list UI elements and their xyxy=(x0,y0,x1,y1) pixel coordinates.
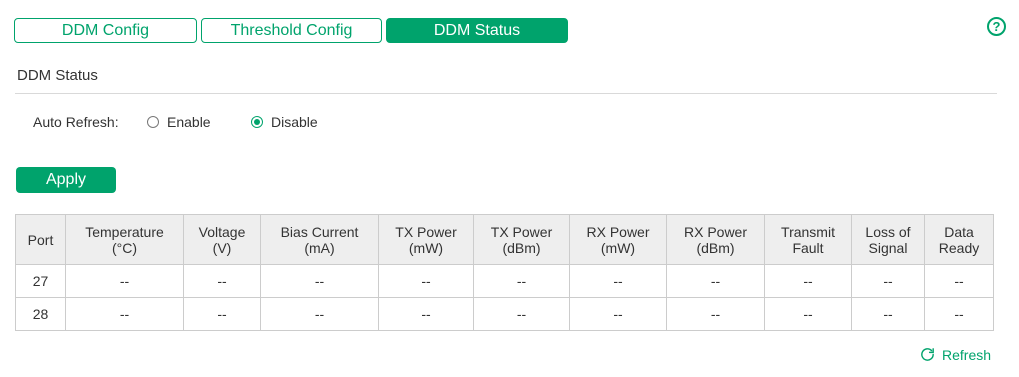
table-cell: -- xyxy=(473,297,570,331)
col-tx-power-dbm: TX Power (dBm) xyxy=(473,214,570,265)
section-title: DDM Status xyxy=(17,67,98,84)
col-port: Port xyxy=(15,214,66,265)
table-cell: -- xyxy=(183,297,261,331)
radio-unchecked-icon xyxy=(147,116,159,128)
table-row: 28 -- -- -- -- -- -- -- -- -- -- xyxy=(15,297,994,331)
table-cell: -- xyxy=(378,297,474,331)
table-cell: -- xyxy=(924,297,994,331)
col-tx-power-mw: TX Power (mW) xyxy=(378,214,474,265)
auto-refresh-disable-radio[interactable]: Disable xyxy=(251,114,318,130)
table-cell: -- xyxy=(65,264,184,298)
table-cell: -- xyxy=(473,264,570,298)
disable-label: Disable xyxy=(271,114,318,130)
help-icon[interactable]: ? xyxy=(987,17,1006,36)
radio-checked-icon xyxy=(251,116,263,128)
apply-button[interactable]: Apply xyxy=(16,167,116,193)
enable-label: Enable xyxy=(167,114,211,130)
refresh-button[interactable]: Refresh xyxy=(919,346,991,363)
table-cell: -- xyxy=(851,264,925,298)
col-loss-of-signal: Loss of Signal xyxy=(851,214,925,265)
auto-refresh-row: Auto Refresh: Enable Disable xyxy=(33,114,318,130)
table-cell: -- xyxy=(569,297,667,331)
table-row: 27 -- -- -- -- -- -- -- -- -- -- xyxy=(15,264,994,298)
ddm-status-table: Port Temperature (°C) Voltage (V) Bias Cur… xyxy=(15,214,994,331)
col-voltage: Voltage (V) xyxy=(183,214,261,265)
table-header-row: Port Temperature (°C) Voltage (V) Bias Cur… xyxy=(15,214,994,265)
table-cell: -- xyxy=(851,297,925,331)
col-rx-power-dbm: RX Power (dBm) xyxy=(666,214,765,265)
refresh-icon xyxy=(921,348,934,361)
table-cell: -- xyxy=(65,297,184,331)
col-temperature: Temperature (°C) xyxy=(65,214,184,265)
table-cell: 27 xyxy=(15,264,66,298)
tab-threshold-config[interactable]: Threshold Config xyxy=(201,18,382,43)
col-bias-current: Bias Current (mA) xyxy=(260,214,379,265)
col-transmit-fault: Transmit Fault xyxy=(764,214,852,265)
divider xyxy=(15,93,997,94)
table-cell: -- xyxy=(378,264,474,298)
table-cell: -- xyxy=(260,297,379,331)
table-cell: -- xyxy=(764,297,852,331)
table-cell: -- xyxy=(260,264,379,298)
col-rx-power-mw: RX Power (mW) xyxy=(569,214,667,265)
table-cell: -- xyxy=(764,264,852,298)
table-cell: -- xyxy=(666,297,765,331)
refresh-label: Refresh xyxy=(942,346,992,363)
tab-ddm-config[interactable]: DDM Config xyxy=(14,18,197,43)
table-cell: -- xyxy=(569,264,667,298)
table-cell: -- xyxy=(183,264,261,298)
table-cell: 28 xyxy=(15,297,66,331)
tab-bar: DDM Config Threshold Config DDM Status xyxy=(14,18,572,43)
auto-refresh-label: Auto Refresh: xyxy=(33,114,119,130)
tab-ddm-status[interactable]: DDM Status xyxy=(386,18,568,43)
table-cell: -- xyxy=(924,264,994,298)
auto-refresh-enable-radio[interactable]: Enable xyxy=(147,114,251,130)
table-cell: -- xyxy=(666,264,765,298)
col-data-ready: Data Ready xyxy=(924,214,994,265)
